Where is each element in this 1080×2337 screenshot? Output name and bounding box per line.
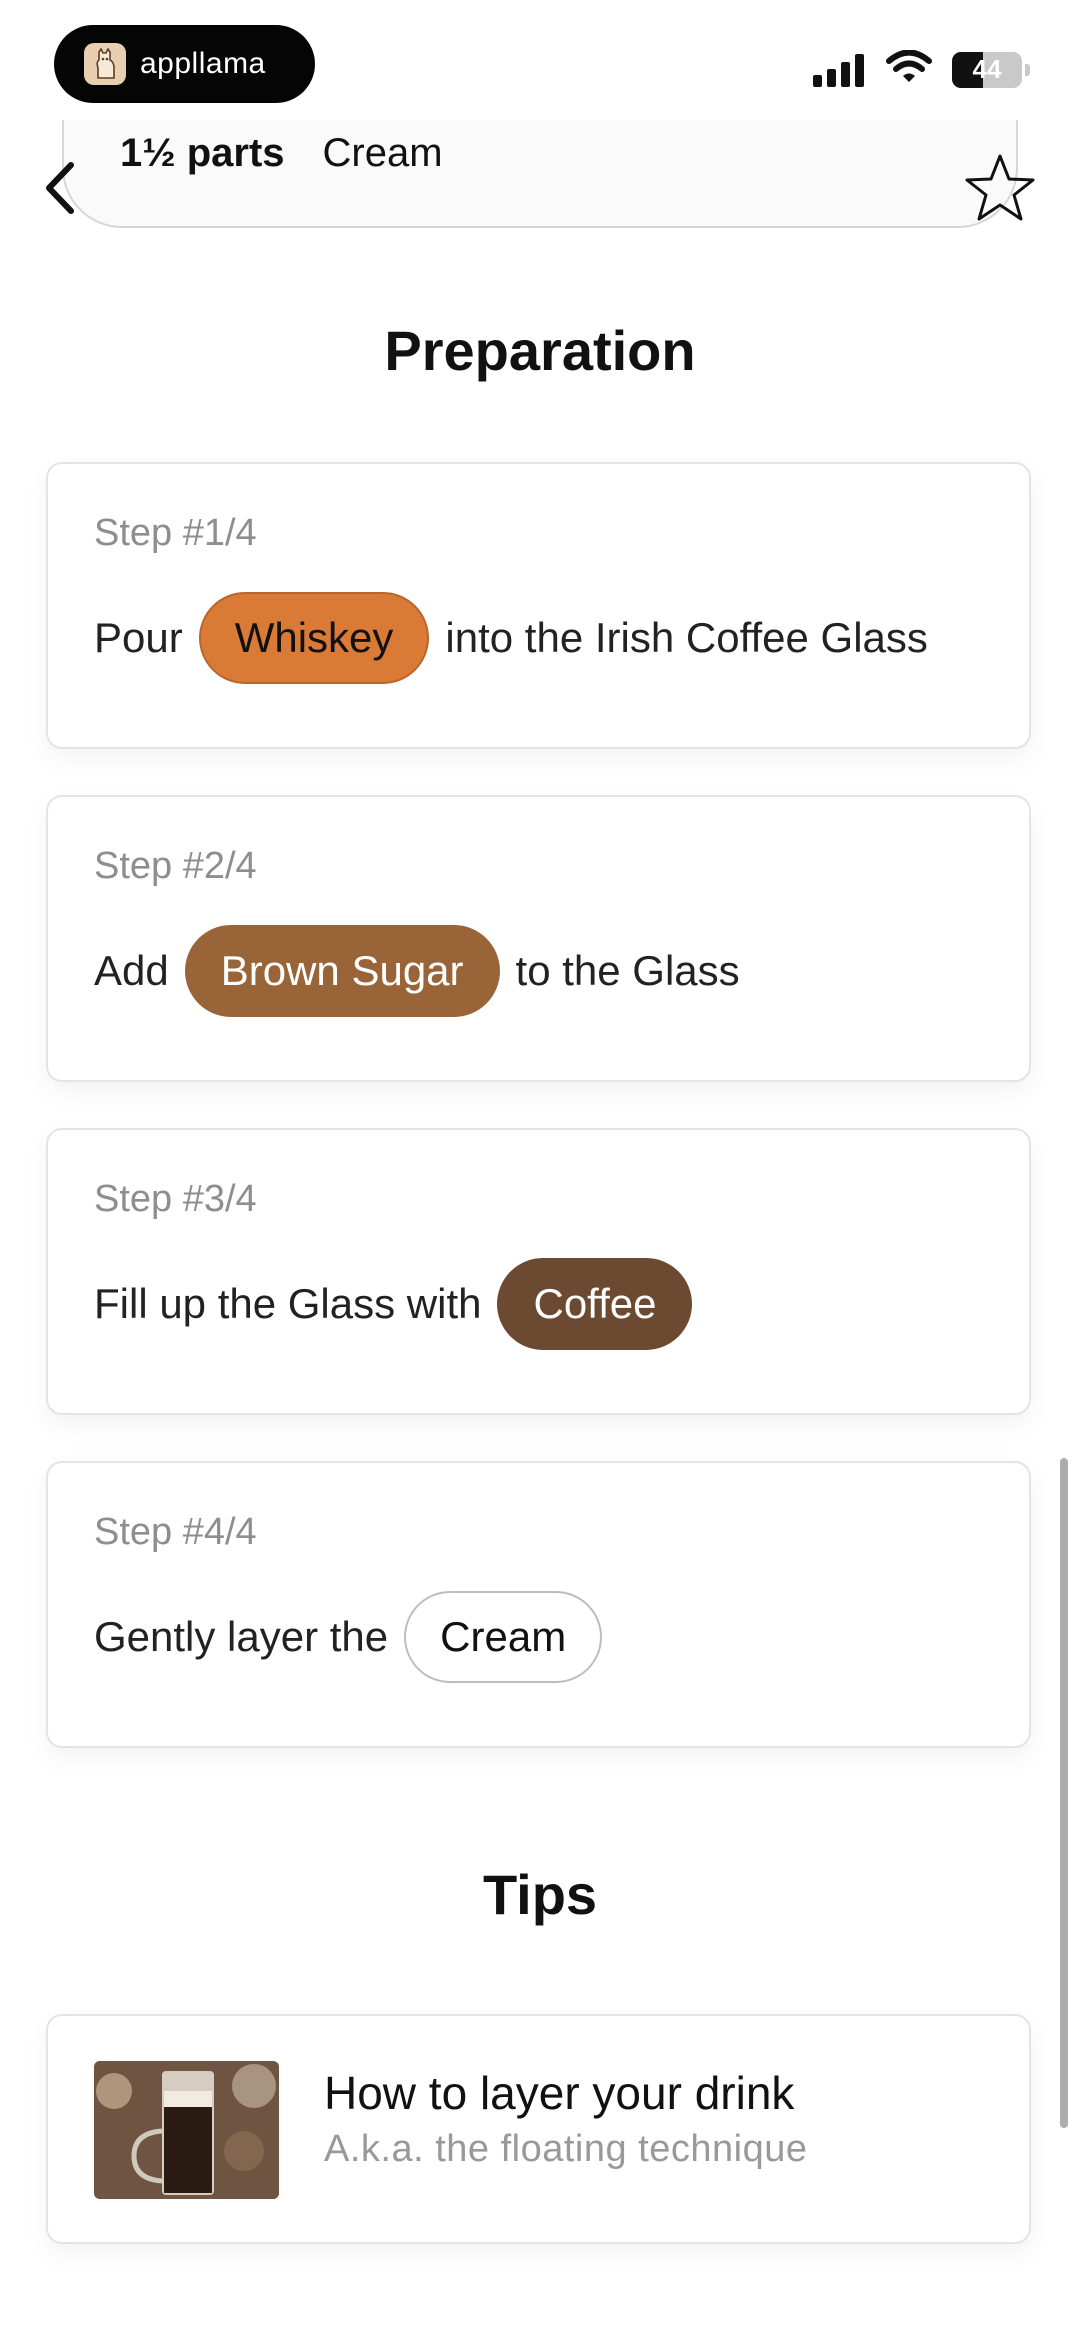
step-instruction: Add Brown Sugar to the Glass bbox=[94, 925, 756, 1017]
step-text-before: Pour bbox=[94, 614, 183, 661]
step-label: Step #2/4 bbox=[94, 845, 257, 887]
step-text-before: Fill up the Glass with bbox=[94, 1280, 482, 1327]
tip-card[interactable]: How to layer your drink A.k.a. the float… bbox=[46, 2014, 1031, 2244]
step-card: Step #2/4 Add Brown Sugar to the Glass bbox=[46, 795, 1031, 1082]
ingredient-chip-cream[interactable]: Cream bbox=[404, 1591, 603, 1683]
app-indicator-pill[interactable]: appllama bbox=[54, 25, 315, 103]
step-label: Step #1/4 bbox=[94, 512, 257, 554]
step-label: Step #3/4 bbox=[94, 1178, 257, 1220]
star-outline-icon bbox=[965, 154, 1035, 221]
step-instruction: Gently layer the Cream bbox=[94, 1591, 618, 1683]
battery-icon: 44 bbox=[952, 51, 1030, 88]
ingredient-chip-coffee[interactable]: Coffee bbox=[497, 1258, 693, 1350]
battery-level: 44 bbox=[972, 54, 1002, 84]
step-text-after: into the Irish Coffee Glass bbox=[445, 614, 928, 661]
tip-thumbnail-image bbox=[94, 2061, 279, 2199]
status-icons: 44 bbox=[813, 49, 1030, 89]
chevron-left-icon bbox=[46, 162, 74, 214]
step-text-before: Add bbox=[94, 947, 169, 994]
wifi-icon bbox=[886, 49, 932, 89]
ingredient-name: Cream bbox=[322, 130, 443, 175]
ingredient-chip-whiskey[interactable]: Whiskey bbox=[198, 592, 430, 684]
preparation-title: Preparation bbox=[384, 319, 696, 382]
scrollbar[interactable] bbox=[1060, 1458, 1068, 2128]
step-card: Step #4/4 Gently layer the Cream bbox=[46, 1461, 1031, 1748]
back-button[interactable] bbox=[30, 158, 90, 218]
step-card: Step #3/4 Fill up the Glass with Coffee bbox=[46, 1128, 1031, 1415]
tip-subtitle: A.k.a. the floating technique bbox=[324, 2128, 808, 2170]
ingredient-row: 1½ parts Cream bbox=[62, 120, 1018, 228]
tips-title: Tips bbox=[482, 1863, 598, 1926]
tip-title: How to layer your drink bbox=[324, 2067, 795, 2119]
cellular-signal-icon bbox=[813, 53, 864, 87]
llama-logo-icon bbox=[84, 43, 126, 85]
step-label: Step #4/4 bbox=[94, 1511, 257, 1553]
step-instruction: Pour Whiskey into the Irish Coffee Glass bbox=[94, 592, 944, 684]
step-card: Step #1/4 Pour Whiskey into the Irish Co… bbox=[46, 462, 1031, 749]
status-bar: appllama 44 bbox=[0, 0, 1080, 120]
step-instruction: Fill up the Glass with Coffee bbox=[94, 1258, 708, 1350]
ingredient-chip-brown-sugar[interactable]: Brown Sugar bbox=[184, 925, 500, 1017]
step-text-after: to the Glass bbox=[515, 947, 740, 994]
app-name: appllama bbox=[140, 47, 266, 80]
favorite-button[interactable] bbox=[960, 148, 1040, 228]
ingredient-amount: 1½ parts bbox=[120, 130, 285, 175]
step-text-before: Gently layer the bbox=[94, 1613, 389, 1660]
